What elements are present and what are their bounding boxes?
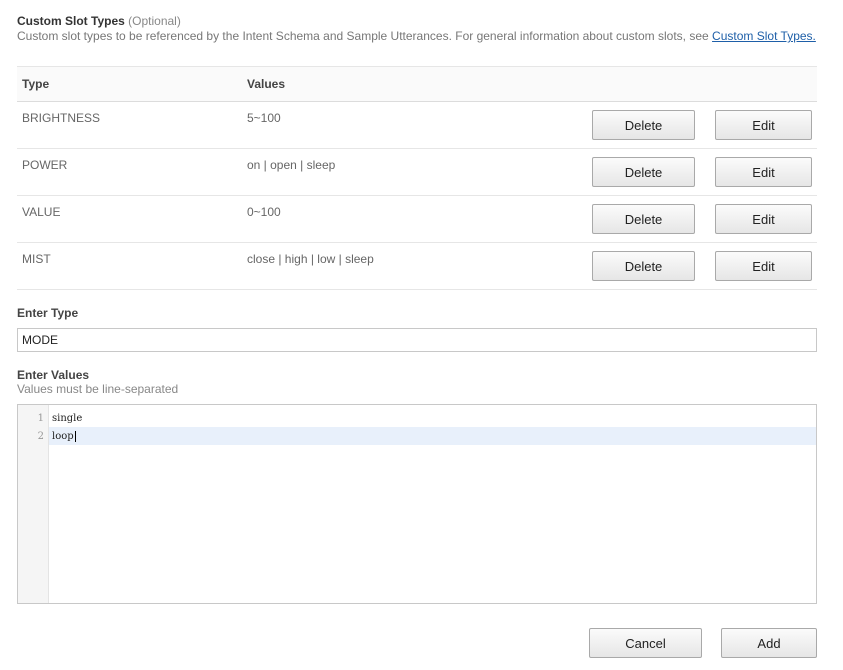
edit-button[interactable]: Edit — [715, 157, 812, 187]
cancel-button[interactable]: Cancel — [589, 628, 702, 658]
delete-button[interactable]: Delete — [592, 251, 695, 281]
edit-button[interactable]: Edit — [715, 251, 812, 281]
text-cursor — [74, 431, 76, 442]
delete-button[interactable]: Delete — [592, 204, 695, 234]
edit-button[interactable]: Edit — [715, 204, 812, 234]
delete-button[interactable]: Delete — [592, 157, 695, 187]
enter-values-hint: Values must be line-separated — [17, 382, 179, 396]
column-header-type: Type — [22, 77, 50, 91]
values-editor[interactable]: 1 2 single loop — [17, 404, 817, 604]
slot-type-values: 0~100 — [247, 205, 281, 219]
table-header: Type Values — [17, 66, 817, 102]
slot-type-name: POWER — [22, 158, 68, 172]
active-line-highlight — [49, 427, 816, 445]
delete-button[interactable]: Delete — [592, 110, 695, 140]
line-number-gutter: 1 2 — [18, 405, 49, 603]
edit-button[interactable]: Edit — [715, 110, 812, 140]
editor-line: single — [52, 413, 83, 424]
custom-slot-types-link[interactable]: Custom Slot Types. — [712, 29, 816, 43]
add-button[interactable]: Add — [721, 628, 817, 658]
table-row: VALUE 0~100 Delete Edit — [17, 196, 817, 243]
slot-types-table: Type Values BRIGHTNESS 5~100 Delete Edit… — [17, 66, 817, 290]
editor-line-active: loop — [52, 431, 76, 442]
slot-type-name: BRIGHTNESS — [22, 111, 101, 125]
custom-slot-types-header: Custom Slot Types (Optional) Custom slot… — [17, 14, 817, 43]
editor-line-text: loop — [52, 431, 74, 442]
section-title: Custom Slot Types (Optional) — [17, 14, 817, 29]
column-header-values: Values — [247, 77, 286, 91]
slot-type-name: MIST — [22, 252, 51, 266]
table-row: BRIGHTNESS 5~100 Delete Edit — [17, 102, 817, 149]
section-title-text: Custom Slot Types — [17, 14, 125, 28]
slot-type-values: 5~100 — [247, 111, 281, 125]
section-description: Custom slot types to be referenced by th… — [17, 29, 817, 43]
optional-tag: (Optional) — [128, 14, 181, 28]
table-row: POWER on | open | sleep Delete Edit — [17, 149, 817, 196]
line-number: 1 — [37, 413, 44, 424]
slot-type-name: VALUE — [22, 205, 61, 219]
enter-values-label: Enter Values — [17, 368, 90, 382]
line-number: 2 — [37, 431, 44, 442]
table-row: MIST close | high | low | sleep Delete E… — [17, 243, 817, 290]
description-text: Custom slot types to be referenced by th… — [17, 29, 709, 43]
slot-type-values: close | high | low | sleep — [247, 252, 374, 266]
enter-type-label: Enter Type — [17, 306, 79, 320]
slot-type-values: on | open | sleep — [247, 158, 336, 172]
enter-type-input[interactable]: MODE — [17, 328, 817, 352]
